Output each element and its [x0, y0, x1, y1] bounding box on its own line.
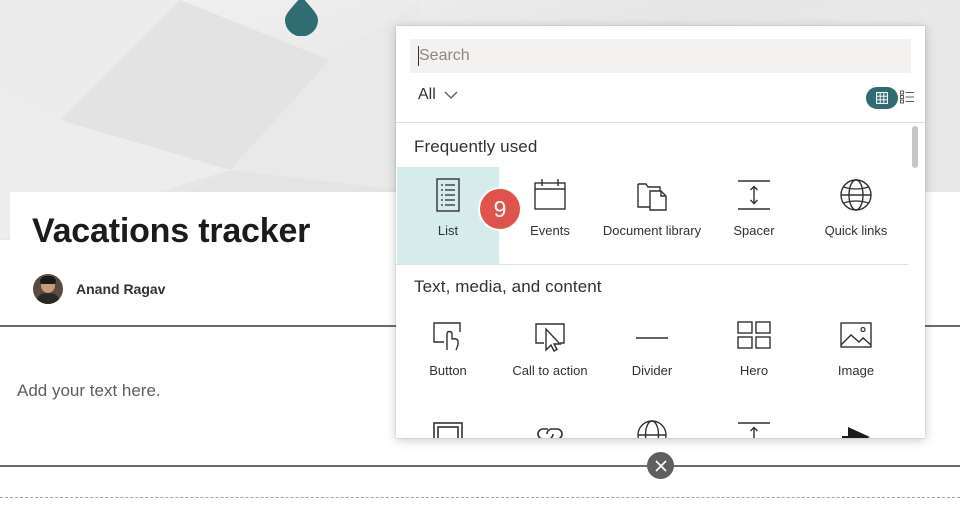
spacer-icon: [738, 422, 770, 438]
divider-icon: [636, 337, 668, 339]
tile-label: Hero: [739, 363, 769, 378]
image-gallery-icon: [433, 422, 463, 438]
chevron-down-icon: [444, 91, 458, 99]
section-divider-bottom: [0, 465, 960, 467]
tile-button[interactable]: Button: [397, 307, 499, 405]
close-toolbox-button[interactable]: [647, 452, 674, 479]
scrollbar-thumb[interactable]: [912, 126, 918, 168]
location-pin-icon: [285, 0, 318, 36]
tile-divider[interactable]: Divider: [601, 307, 703, 405]
section-divider-top-right: [925, 325, 960, 327]
tile-label: Document library: [602, 223, 702, 238]
tile-spacer[interactable]: Spacer: [703, 167, 805, 265]
tile-label: Divider: [631, 363, 673, 378]
tile-label: Call to action: [512, 363, 588, 378]
section-title-frequently-used: Frequently used: [414, 137, 538, 156]
tile-image-gallery[interactable]: [397, 403, 499, 438]
calendar-icon: [534, 179, 566, 210]
call-to-action-icon: [535, 323, 565, 352]
list-view-icon[interactable]: [900, 90, 914, 104]
grid-view-button[interactable]: [866, 87, 898, 109]
avatar: [33, 274, 63, 304]
author-name[interactable]: Anand Ragav: [76, 281, 165, 297]
close-icon: [654, 459, 667, 472]
section-divider: [396, 264, 908, 265]
link-icon: [537, 428, 563, 438]
spacer-icon: [738, 180, 770, 210]
tile-label: Quick links: [824, 223, 888, 238]
tile-embed[interactable]: [601, 403, 703, 438]
scrollbar[interactable]: [909, 123, 921, 438]
search-input[interactable]: [410, 39, 911, 73]
tile-document-library[interactable]: Document library: [601, 167, 703, 265]
tile-link[interactable]: [499, 403, 601, 438]
globe-icon: [637, 420, 667, 438]
globe-icon: [840, 179, 872, 211]
category-filter-dropdown[interactable]: All: [418, 86, 458, 104]
tile-label: Image: [837, 363, 875, 378]
image-icon: [840, 322, 872, 348]
tile-quick-links[interactable]: Quick links: [805, 167, 907, 265]
section-boundary-dashed: [0, 497, 960, 498]
stream-play-icon: [842, 427, 870, 438]
text-web-part-placeholder[interactable]: Add your text here.: [17, 381, 161, 401]
button-click-icon: [433, 322, 461, 351]
section-divider-top: [0, 325, 396, 327]
tile-image[interactable]: Image: [805, 307, 907, 405]
toolbox-items-scroll-area: Frequently used List Events Document lib…: [396, 123, 925, 438]
section-title-text-media-content: Text, media, and content: [414, 277, 602, 296]
tile-call-to-action[interactable]: Call to action: [499, 307, 601, 405]
tile-label: Spacer: [733, 223, 775, 238]
step-number-badge: 9: [478, 187, 522, 231]
page-title[interactable]: Vacations tracker: [32, 212, 310, 251]
list-icon: [436, 178, 460, 212]
author-byline: Anand Ragav: [33, 274, 165, 304]
tile-label: Button: [429, 363, 467, 378]
text-cursor: [418, 46, 419, 66]
web-part-toolbox: All Frequently used: [396, 26, 925, 438]
filter-label: All: [418, 86, 436, 103]
tile-hero[interactable]: Hero: [703, 307, 805, 405]
grid-icon: [876, 92, 888, 104]
tile-stream[interactable]: [805, 403, 907, 438]
hero-icon: [737, 321, 771, 349]
document-library-icon: [637, 183, 667, 211]
tile-spacer-2[interactable]: [703, 403, 805, 438]
